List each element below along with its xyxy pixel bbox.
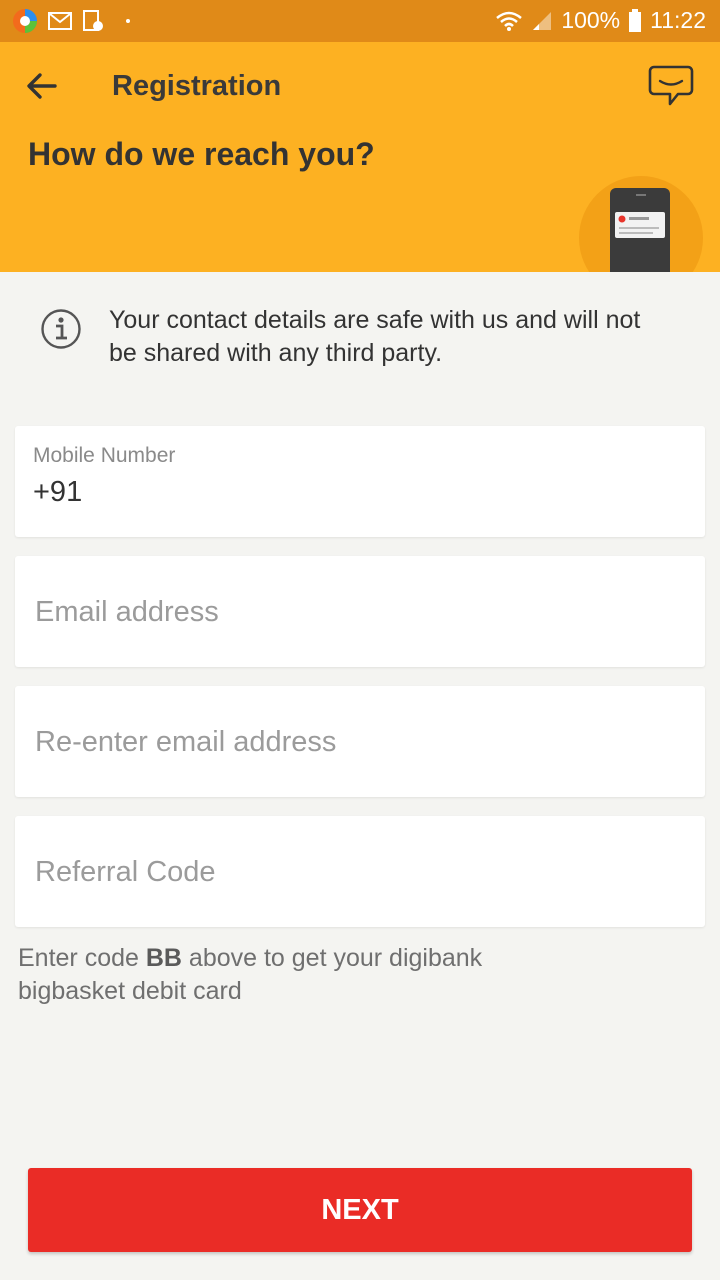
email-input[interactable]	[33, 556, 687, 669]
privacy-notice-text: Your contact details are safe with us an…	[109, 306, 641, 367]
mobile-number-value[interactable]: +91	[33, 476, 82, 509]
reenter-email-field[interactable]	[15, 686, 705, 799]
battery-percent: 100%	[561, 7, 621, 33]
mobile-number-label: Mobile Number	[33, 444, 176, 467]
mobile-number-field[interactable]: Mobile Number +91	[15, 426, 705, 537]
page-title: Registration	[112, 70, 282, 102]
signal-icon	[533, 11, 552, 30]
referral-code-input[interactable]	[33, 816, 687, 929]
system-status: 100% 11:22	[495, 7, 706, 34]
notification-icons	[12, 8, 130, 34]
battery-icon	[629, 8, 642, 32]
phone-illustration	[579, 176, 703, 272]
page-subtitle: How do we reach you?	[28, 136, 375, 172]
reenter-email-input[interactable]	[33, 686, 687, 799]
clock: 11:22	[650, 7, 706, 33]
next-button[interactable]: NEXT	[28, 1168, 692, 1252]
wifi-icon	[496, 11, 523, 31]
info-icon	[41, 309, 81, 349]
more-notifications-icon	[126, 19, 130, 23]
email-field[interactable]	[15, 556, 705, 669]
header: Registration How do we reach you?	[0, 42, 720, 272]
chat-icon[interactable]	[648, 64, 694, 108]
hint-code: BB	[145, 944, 182, 972]
hint-prefix: Enter code	[18, 944, 146, 972]
referral-code-field[interactable]	[15, 816, 705, 929]
status-bar: 100% 11:22	[0, 0, 720, 42]
gmail-icon	[48, 12, 72, 30]
screenshot-icon	[83, 10, 103, 31]
back-arrow-icon[interactable]	[22, 66, 62, 106]
referral-hint: Enter code BB above to get your digibank…	[18, 942, 578, 1008]
browser-app-icon	[13, 9, 37, 33]
